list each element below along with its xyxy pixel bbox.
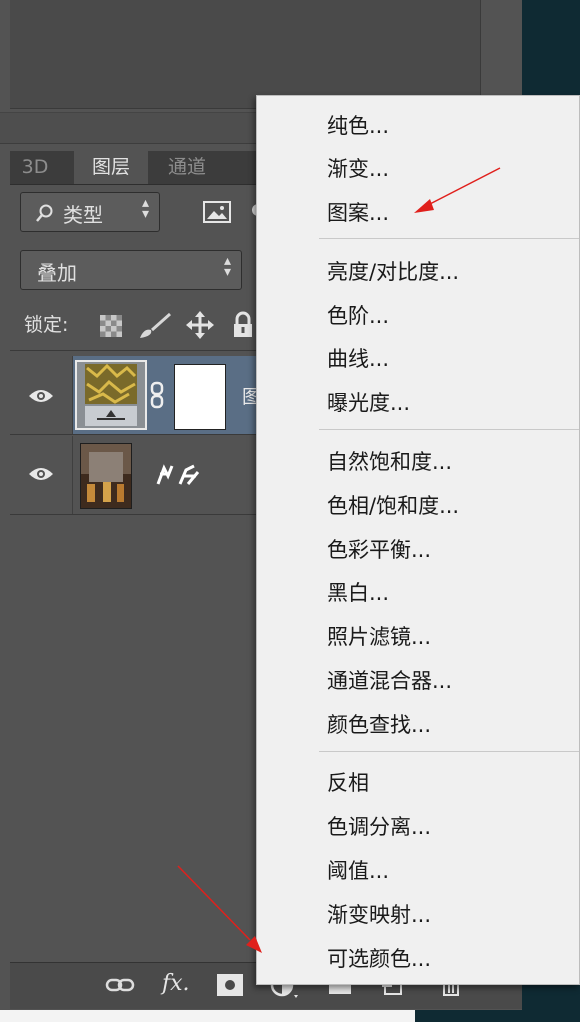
annotation-arrows [177, 167, 501, 953]
arrow-to-adjustment-button [177, 865, 262, 953]
arrow-to-pattern [414, 167, 501, 213]
